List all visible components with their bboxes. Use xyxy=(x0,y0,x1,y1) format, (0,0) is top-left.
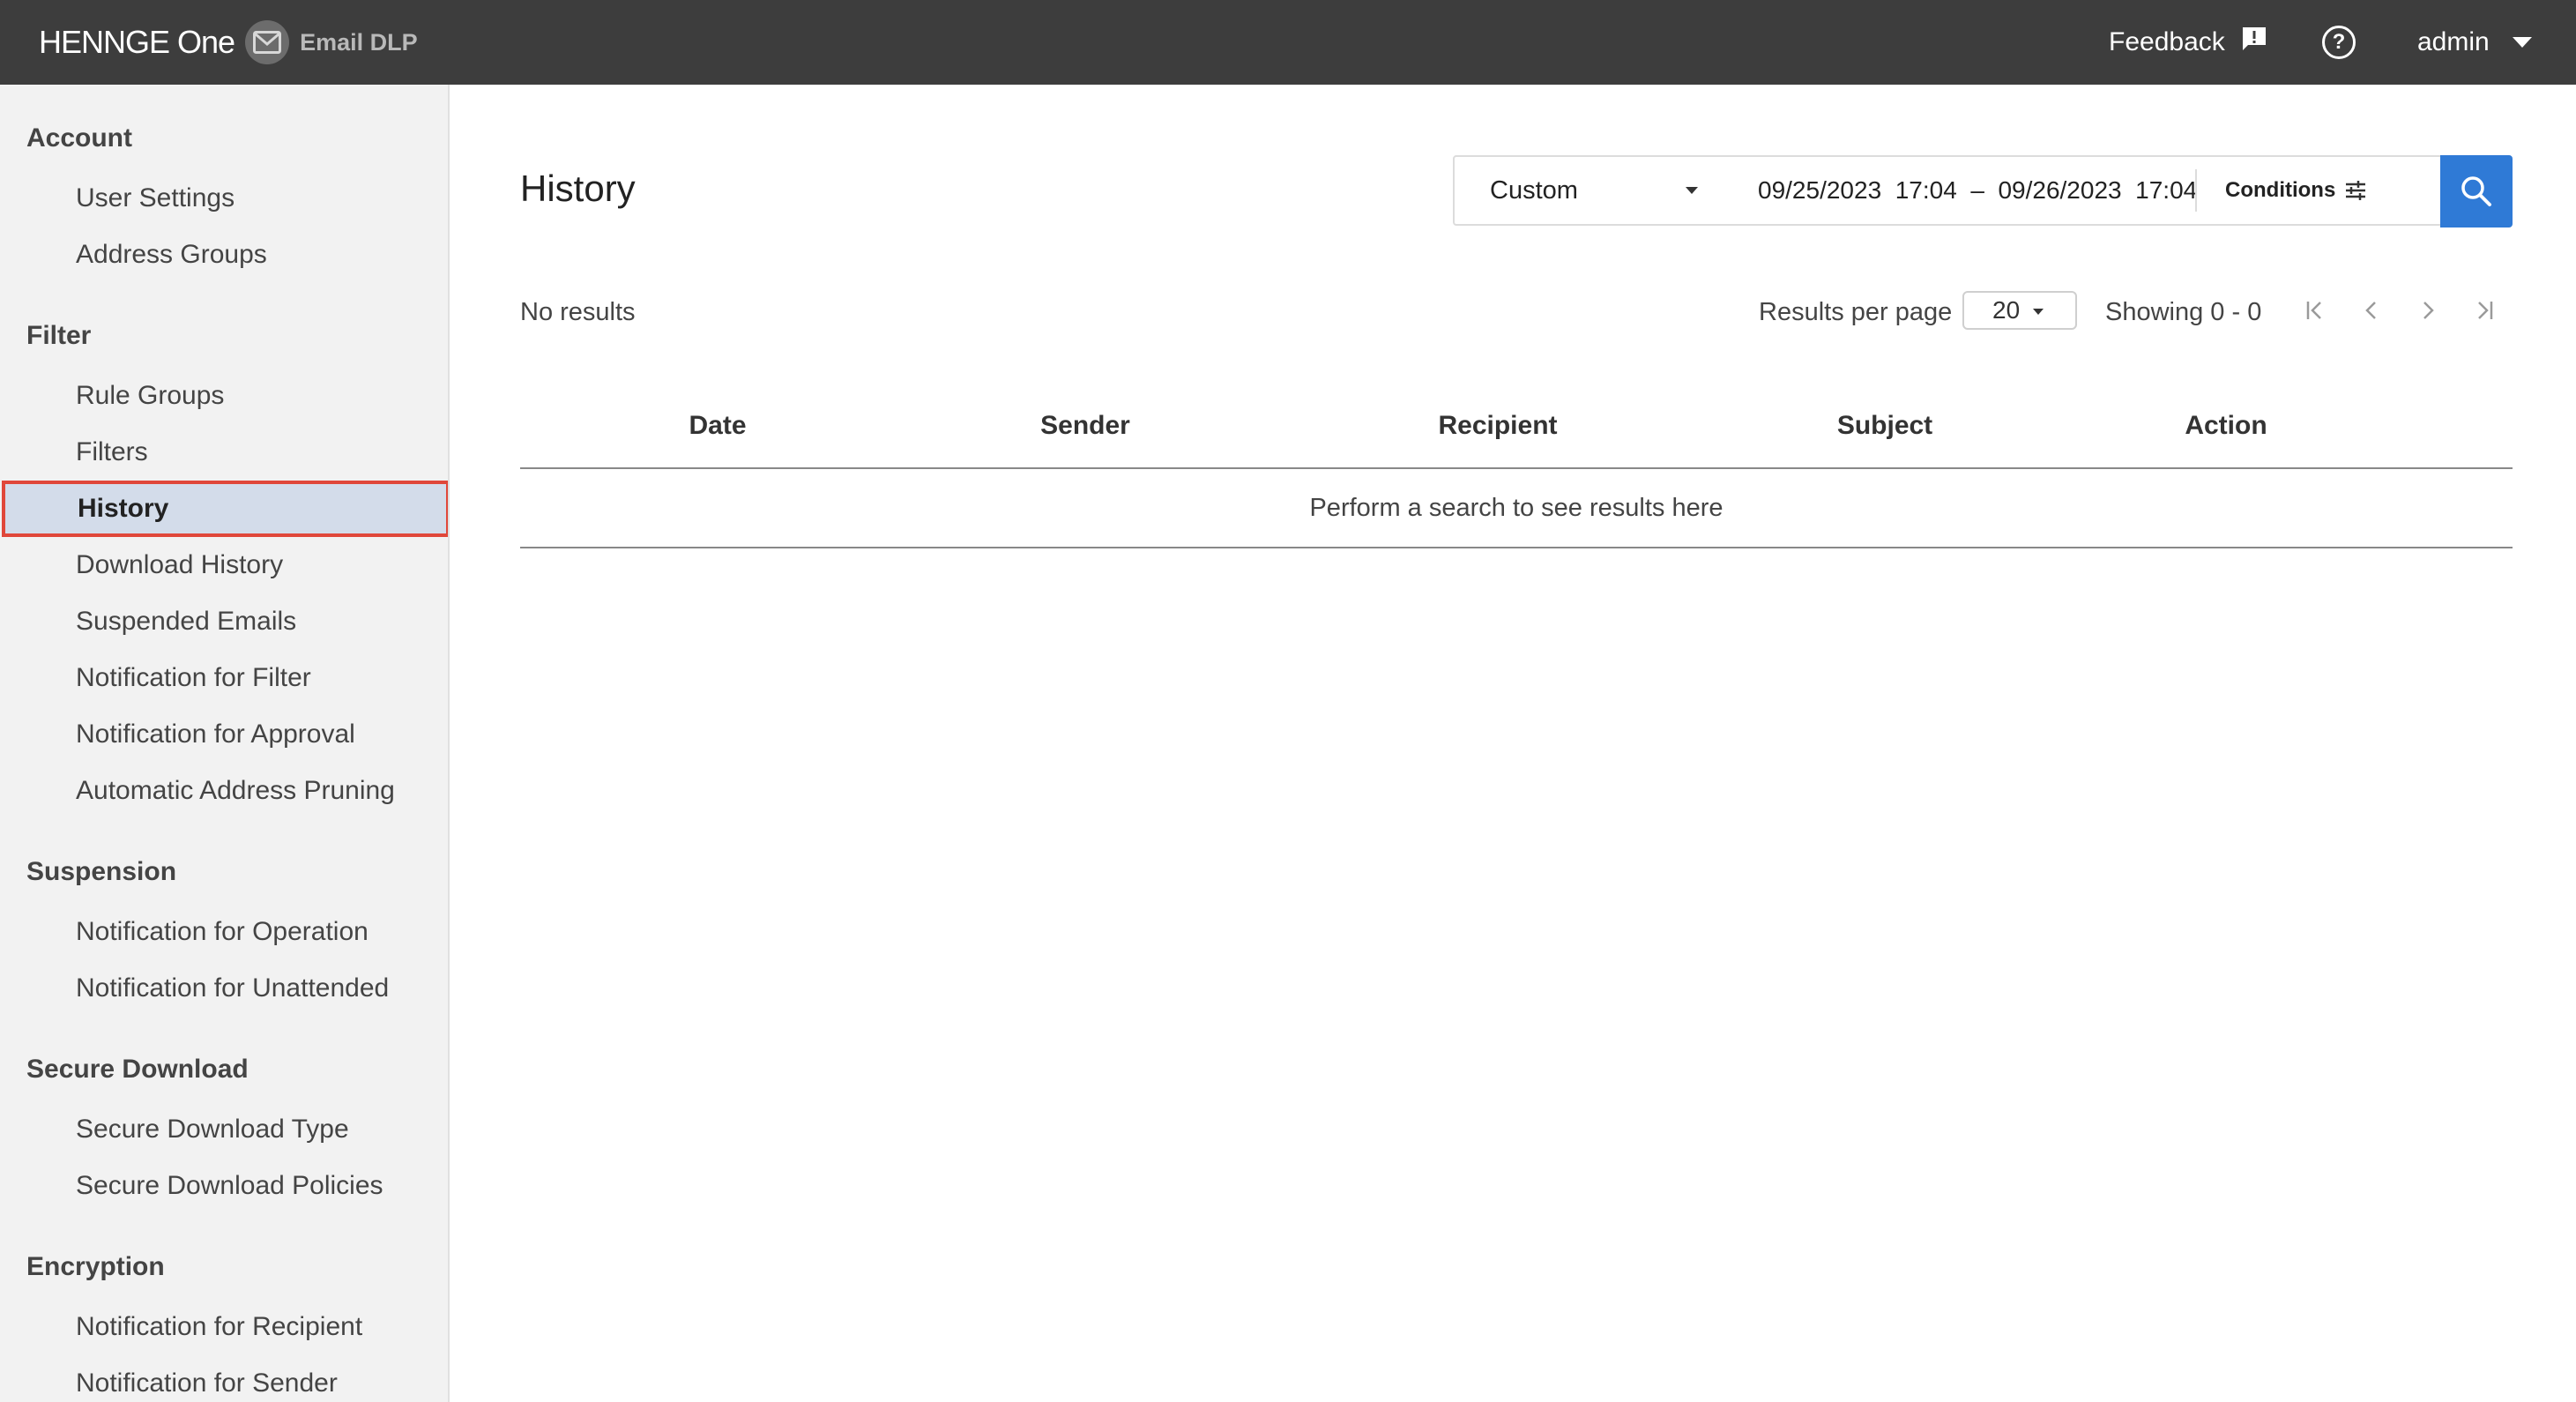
sidebar-item-suspended-emails[interactable]: Suspended Emails xyxy=(0,593,448,650)
feedback-button[interactable]: Feedback xyxy=(2109,0,2267,85)
empty-state-message: Perform a search to see results here xyxy=(520,469,2513,548)
search-bar: Custom 09/25/2023 17:04 – 09/26/2023 17:… xyxy=(1453,155,2513,227)
conditions-button[interactable]: Conditions xyxy=(2195,169,2407,212)
section-title-filter: Filter xyxy=(26,321,92,350)
range-select-value: Custom xyxy=(1490,175,1578,205)
brand-logo[interactable]: HENNGE One Email DLP xyxy=(39,0,418,85)
chevron-left-icon xyxy=(2365,302,2376,319)
column-header-sender[interactable]: Sender xyxy=(1040,411,1130,441)
section-title-account: Account xyxy=(26,123,132,153)
help-icon[interactable]: ? xyxy=(2322,26,2356,59)
sidebar-item-address-groups[interactable]: Address Groups xyxy=(0,227,448,283)
first-page-button[interactable] xyxy=(2299,295,2331,326)
column-header-date[interactable]: Date xyxy=(689,411,746,441)
column-header-subject[interactable]: Subject xyxy=(1837,411,1932,441)
previous-page-button[interactable] xyxy=(2356,295,2387,326)
last-page-icon xyxy=(2478,302,2493,319)
sidebar-item-notification-for-filter[interactable]: Notification for Filter xyxy=(0,650,448,706)
sidebar-item-notification-for-recipient[interactable]: Notification for Recipient xyxy=(0,1299,448,1355)
help-symbol: ? xyxy=(2332,30,2346,54)
search-icon xyxy=(2461,176,2491,206)
sidebar-item-notification-for-sender[interactable]: Notification for Sender xyxy=(0,1355,448,1402)
chevron-right-icon xyxy=(2423,302,2434,319)
sidebar-item-download-history[interactable]: Download History xyxy=(0,537,448,593)
first-page-icon xyxy=(2306,302,2321,319)
column-header-recipient[interactable]: Recipient xyxy=(1438,411,1557,441)
caret-down-icon xyxy=(1686,187,1698,194)
section-title-suspension: Suspension xyxy=(26,857,177,886)
next-page-button[interactable] xyxy=(2412,295,2444,326)
history-table: Date Sender Recipient Subject Action Per… xyxy=(520,399,2513,548)
sidebar-item-notification-for-operation[interactable]: Notification for Operation xyxy=(0,904,448,960)
feedback-icon xyxy=(2241,26,2267,59)
conditions-label: Conditions xyxy=(2225,178,2336,202)
search-button[interactable] xyxy=(2440,155,2513,227)
section-title-encryption: Encryption xyxy=(26,1252,165,1281)
results-per-page-value: 20 xyxy=(1992,296,2021,324)
range-select[interactable]: Custom xyxy=(1455,157,1737,224)
user-menu[interactable]: admin xyxy=(2417,0,2532,85)
top-bar: HENNGE One Email DLP Feedback ? admin xyxy=(0,0,2576,85)
showing-range: Showing 0 - 0 xyxy=(2105,298,2262,326)
sidebar-item-automatic-address-pruning[interactable]: Automatic Address Pruning xyxy=(0,763,448,819)
sidebar-item-user-settings[interactable]: User Settings xyxy=(0,170,448,227)
results-per-page-label: Results per page xyxy=(1759,298,1953,326)
brand-name: HENNGE One xyxy=(39,24,235,60)
column-header-action[interactable]: Action xyxy=(2185,411,2267,441)
feedback-label: Feedback xyxy=(2109,27,2225,56)
sidebar-item-notification-for-unattended[interactable]: Notification for Unattended xyxy=(0,960,448,1017)
table-header: Date Sender Recipient Subject Action xyxy=(520,399,2513,469)
results-status: No results xyxy=(520,298,636,326)
product-name: Email DLP xyxy=(300,28,418,56)
page-title: History xyxy=(520,168,636,209)
sidebar: Account User Settings Address Groups Fil… xyxy=(0,85,450,1402)
chevron-down-icon xyxy=(2512,37,2532,48)
sidebar-item-secure-download-type[interactable]: Secure Download Type xyxy=(0,1101,448,1158)
sidebar-item-notification-for-approval[interactable]: Notification for Approval xyxy=(0,706,448,763)
caret-down-icon xyxy=(2033,309,2044,315)
sidebar-item-filters[interactable]: Filters xyxy=(0,424,448,481)
date-range-field[interactable]: 09/25/2023 17:04 – 09/26/2023 17:04 xyxy=(1737,176,2197,205)
results-per-page-select[interactable]: 20 xyxy=(1962,291,2077,330)
sidebar-item-history[interactable]: History xyxy=(2,481,448,537)
last-page-button[interactable] xyxy=(2468,295,2500,326)
section-title-secure-download: Secure Download xyxy=(26,1055,249,1084)
mail-icon xyxy=(245,20,290,64)
user-name: admin xyxy=(2417,27,2490,56)
sliders-icon xyxy=(2346,181,2366,200)
sidebar-item-secure-download-policies[interactable]: Secure Download Policies xyxy=(0,1158,448,1214)
sidebar-item-rule-groups[interactable]: Rule Groups xyxy=(0,368,448,424)
